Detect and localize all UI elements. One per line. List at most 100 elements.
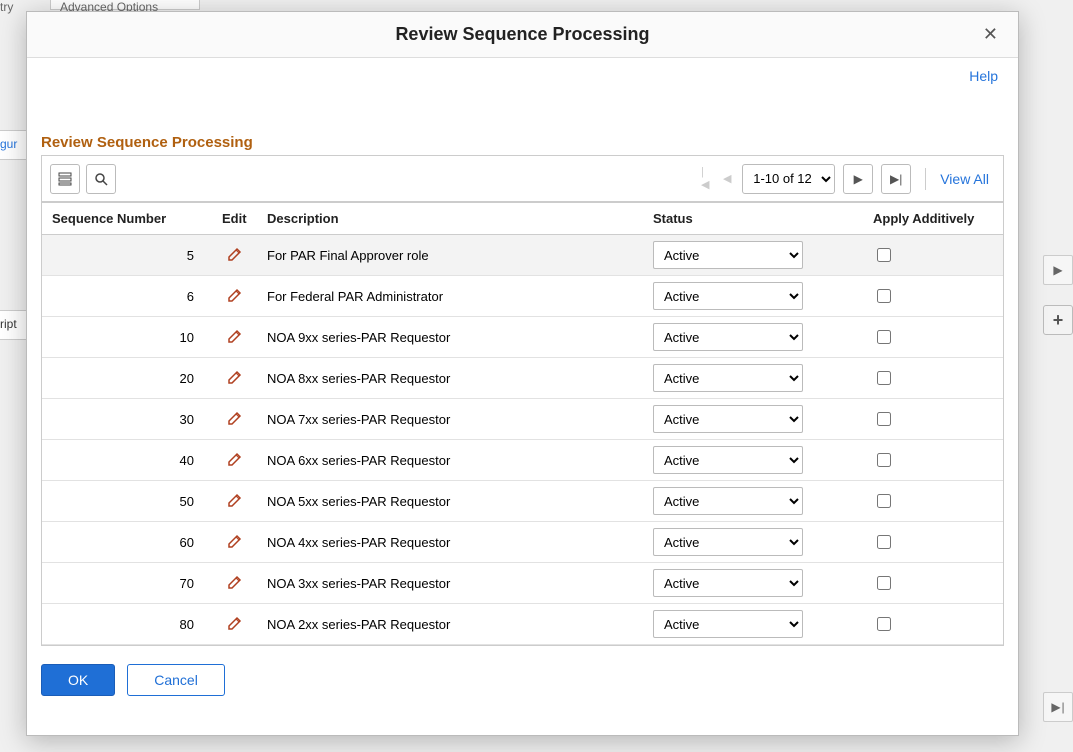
bg-add-button[interactable]: + — [1043, 305, 1073, 335]
edit-icon[interactable] — [227, 287, 243, 303]
bg-cut-text-try: try — [0, 0, 12, 14]
cell-sequence-number: 30 — [42, 399, 212, 440]
status-select[interactable]: ActiveInactive — [653, 610, 803, 638]
table-row: 40 NOA 6xx series-PAR Requestor ActiveInac… — [42, 440, 1003, 481]
cell-status: ActiveInactive — [643, 563, 863, 604]
first-page-icon[interactable]: |◀ — [698, 172, 712, 186]
status-select[interactable]: ActiveInactive — [653, 487, 803, 515]
edit-icon[interactable] — [227, 328, 243, 344]
help-link[interactable]: Help — [969, 68, 998, 84]
edit-icon[interactable] — [227, 410, 243, 426]
review-sequence-modal: Review Sequence Processing ✕ Help Review… — [26, 11, 1019, 736]
cell-sequence-number: 40 — [42, 440, 212, 481]
last-page-button[interactable]: ▶| — [881, 164, 911, 194]
page-range-select[interactable]: 1-10 of 12 — [742, 164, 835, 194]
apply-additively-checkbox[interactable] — [877, 371, 891, 385]
cell-apply-additively — [863, 481, 1003, 522]
status-select[interactable]: ActiveInactive — [653, 446, 803, 474]
table-row: 50 NOA 5xx series-PAR Requestor ActiveInac… — [42, 481, 1003, 522]
cell-description: NOA 6xx series-PAR Requestor — [257, 440, 643, 481]
apply-additively-checkbox[interactable] — [877, 617, 891, 631]
apply-additively-checkbox[interactable] — [877, 576, 891, 590]
status-select[interactable]: ActiveInactive — [653, 569, 803, 597]
prev-page-icon[interactable]: ◀ — [720, 172, 734, 186]
cancel-button[interactable]: Cancel — [127, 664, 225, 696]
cell-sequence-number: 50 — [42, 481, 212, 522]
last-page-icon: ▶| — [890, 172, 902, 186]
status-select[interactable]: ActiveInactive — [653, 528, 803, 556]
cell-description: NOA 9xx series-PAR Requestor — [257, 317, 643, 358]
cell-sequence-number: 5 — [42, 235, 212, 276]
apply-additively-checkbox[interactable] — [877, 330, 891, 344]
cell-status: ActiveInactive — [643, 440, 863, 481]
bg-right-arrow-box[interactable]: ▶ — [1043, 255, 1073, 285]
col-header-description[interactable]: Description — [257, 203, 643, 235]
close-icon[interactable]: ✕ — [975, 20, 1006, 49]
grid-settings-button[interactable] — [50, 164, 80, 194]
cell-status: ActiveInactive — [643, 481, 863, 522]
apply-additively-checkbox[interactable] — [877, 248, 891, 262]
col-header-apply-additively[interactable]: Apply Additively — [863, 203, 1003, 235]
edit-icon[interactable] — [227, 451, 243, 467]
edit-icon[interactable] — [227, 533, 243, 549]
modal-title: Review Sequence Processing — [395, 24, 649, 45]
table-row: 30 NOA 7xx series-PAR Requestor ActiveInac… — [42, 399, 1003, 440]
cell-edit — [212, 358, 257, 399]
apply-additively-checkbox[interactable] — [877, 494, 891, 508]
col-header-edit[interactable]: Edit — [212, 203, 257, 235]
next-page-button[interactable]: ▶ — [843, 164, 873, 194]
edit-icon[interactable] — [227, 369, 243, 385]
search-button[interactable] — [86, 164, 116, 194]
cell-sequence-number: 20 — [42, 358, 212, 399]
apply-additively-checkbox[interactable] — [877, 453, 891, 467]
edit-icon[interactable] — [227, 246, 243, 262]
bg-bottom-arrow-box[interactable]: ▶| — [1043, 692, 1073, 722]
status-select[interactable]: ActiveInactive — [653, 282, 803, 310]
status-select[interactable]: ActiveInactive — [653, 323, 803, 351]
cell-apply-additively — [863, 317, 1003, 358]
edit-icon[interactable] — [227, 615, 243, 631]
modal-body: Help Review Sequence Processing |◀ ◀ 1 — [27, 58, 1018, 735]
grid-settings-icon — [58, 172, 72, 186]
cell-description: For PAR Final Approver role — [257, 235, 643, 276]
cell-edit — [212, 481, 257, 522]
cell-edit — [212, 563, 257, 604]
cell-edit — [212, 522, 257, 563]
cell-description: NOA 5xx series-PAR Requestor — [257, 481, 643, 522]
search-icon — [94, 172, 108, 186]
status-select[interactable]: ActiveInactive — [653, 241, 803, 269]
status-select[interactable]: ActiveInactive — [653, 405, 803, 433]
toolbar-separator — [925, 168, 926, 190]
cell-description: For Federal PAR Administrator — [257, 276, 643, 317]
edit-icon[interactable] — [227, 492, 243, 508]
table-row: 10 NOA 9xx series-PAR Requestor ActiveInac… — [42, 317, 1003, 358]
status-select[interactable]: ActiveInactive — [653, 364, 803, 392]
cell-apply-additively — [863, 522, 1003, 563]
apply-additively-checkbox[interactable] — [877, 412, 891, 426]
edit-icon[interactable] — [227, 574, 243, 590]
table-row: 80NOA 2xx series-PAR RequestorActiveInac… — [42, 604, 1003, 645]
view-all-link[interactable]: View All — [940, 171, 995, 187]
cell-apply-additively — [863, 604, 1003, 645]
modal-header: Review Sequence Processing ✕ — [27, 12, 1018, 58]
cell-status: ActiveInactive — [643, 358, 863, 399]
cell-description: NOA 7xx series-PAR Requestor — [257, 399, 643, 440]
cell-sequence-number: 10 — [42, 317, 212, 358]
cell-status: ActiveInactive — [643, 522, 863, 563]
bg-left-tab-cut1: gur — [0, 130, 26, 160]
cell-description: NOA 2xx series-PAR Requestor — [257, 604, 643, 645]
ok-button[interactable]: OK — [41, 664, 115, 696]
cell-status: ActiveInactive — [643, 604, 863, 645]
cell-status: ActiveInactive — [643, 276, 863, 317]
apply-additively-checkbox[interactable] — [877, 289, 891, 303]
col-header-sequence-number[interactable]: Sequence Number — [42, 203, 212, 235]
apply-additively-checkbox[interactable] — [877, 535, 891, 549]
cell-edit — [212, 276, 257, 317]
cell-sequence-number: 6 — [42, 276, 212, 317]
col-header-status[interactable]: Status — [643, 203, 863, 235]
cell-sequence-number: 60 — [42, 522, 212, 563]
bg-left-tab-cut2: ript — [0, 310, 26, 340]
table-row: 5 For PAR Final Approver role ActiveInacti… — [42, 235, 1003, 276]
cell-apply-additively — [863, 276, 1003, 317]
modal-footer: OK Cancel — [27, 646, 1018, 716]
